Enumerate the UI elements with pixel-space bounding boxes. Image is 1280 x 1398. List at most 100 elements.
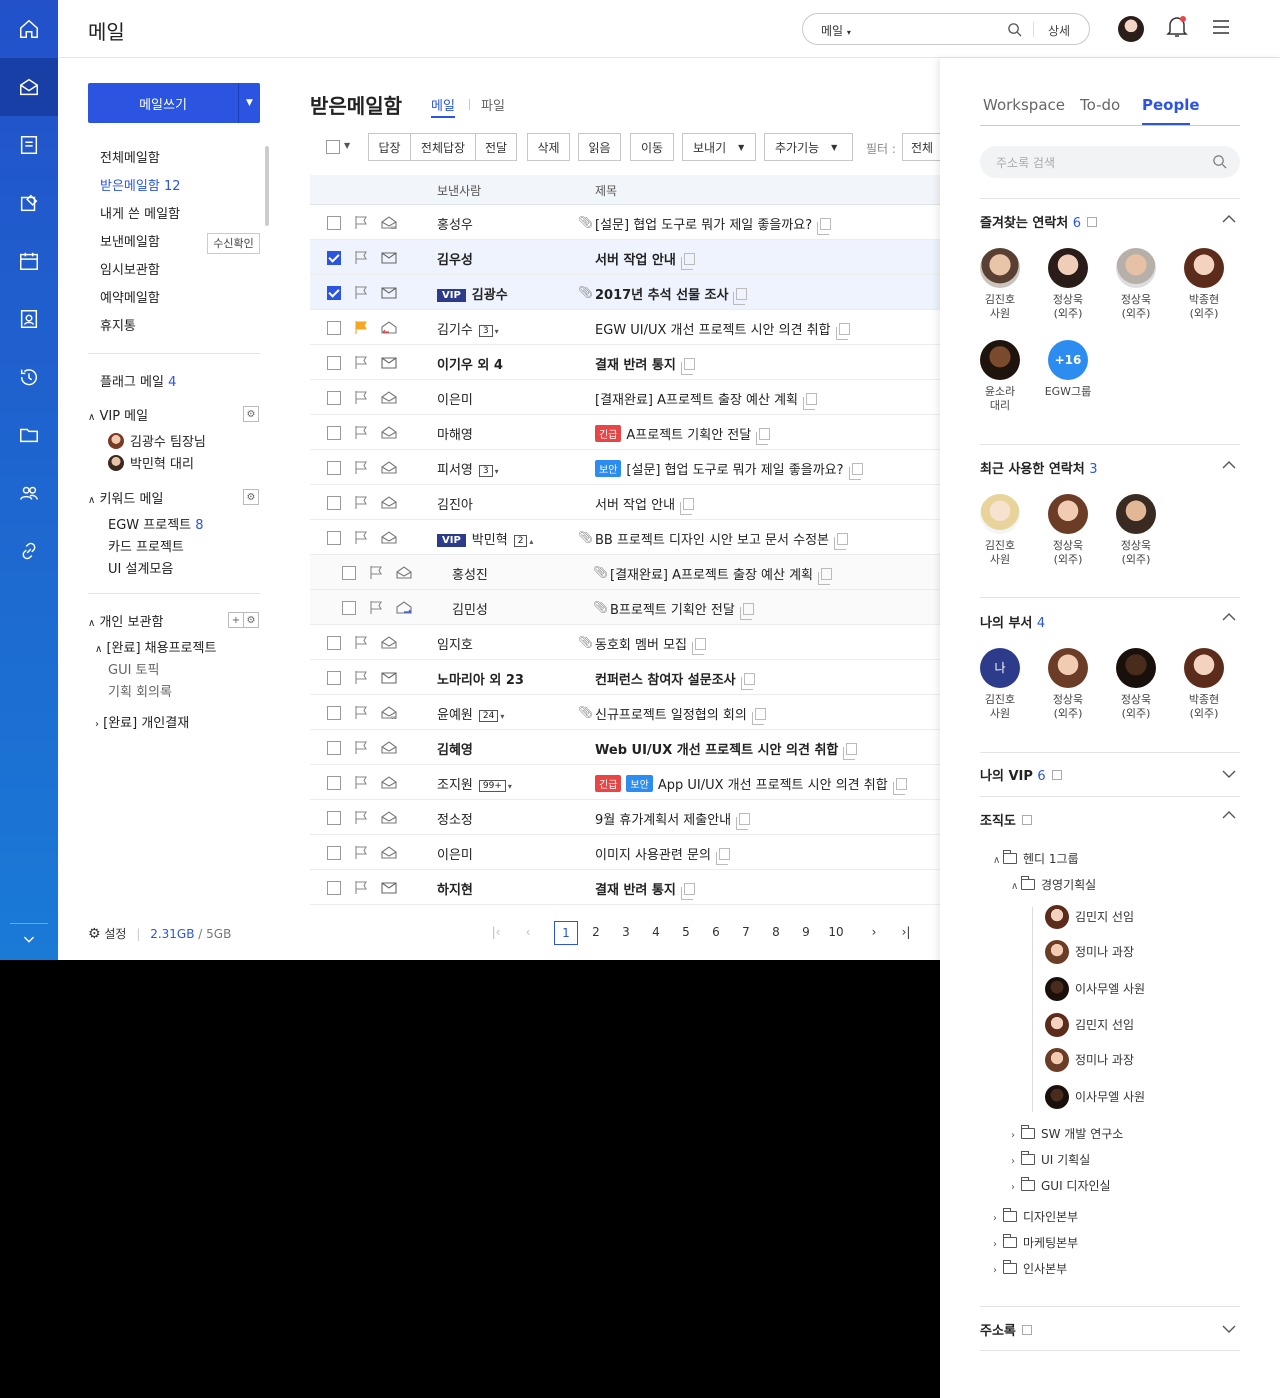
vip-person[interactable]: 박민혁 대리 [108,453,194,472]
external-link-icon[interactable] [1021,815,1032,825]
prev-page-icon[interactable]: ‹ [516,921,540,945]
row-checkbox[interactable] [342,601,356,615]
sender-cell[interactable]: 임지호 [437,634,473,653]
nav-item-scheduled[interactable]: 예약메일함 [100,290,265,318]
board-icon[interactable] [0,116,58,174]
subject-cell[interactable]: 이미지 사용관련 문의 [595,844,730,865]
page-number[interactable]: 5 [674,921,698,945]
sender-cell[interactable]: 홍성진 [452,564,488,583]
subject-cell[interactable]: 2017년 추석 선물 조사 [595,284,748,305]
chevron-down-icon[interactable] [1222,1324,1236,1334]
select-all-checkbox[interactable] [326,140,340,154]
sender-cell[interactable]: 김혜영 [437,739,473,758]
search-icon[interactable] [1007,22,1022,37]
avatar[interactable] [1118,16,1144,42]
table-row[interactable]: cc 홍성우 📎︎ [설문] 협업 도구로 뭐가 제일 좋을까요? [310,205,940,240]
keyword-item[interactable]: EGW 프로젝트 8 [108,514,204,533]
table-row[interactable]: VIP 김광수 📎︎ 2017년 추석 선물 조사 [310,275,940,310]
sender-cell[interactable]: VIP 김광수 [437,284,508,303]
table-row[interactable]: 이은미 이미지 사용관련 문의 [310,835,940,870]
preview-icon[interactable] [892,778,907,795]
nav-item-inbox[interactable]: 받은메일함 12 [100,178,265,206]
row-checkbox[interactable] [327,391,341,405]
vip-mail-section[interactable]: ∧ VIP 메일 [88,405,148,424]
subject-cell[interactable]: 컨퍼런스 참여자 설문조사 [595,669,755,690]
flag-icon[interactable] [354,775,368,790]
tab-file[interactable]: 파일 [481,95,505,114]
org-folder[interactable]: › 인사본부 [993,1260,1067,1277]
subject-cell[interactable]: Web UI/UX 개선 프로젝트 시안 의견 취합 [595,739,858,760]
org-person[interactable]: 이사무엘 사원 [1045,977,1145,1001]
recent-heading[interactable]: 최근 사용한 연락처 3 [980,458,1098,477]
subject-cell[interactable]: 긴급 A프로젝트 기획안 전달 [595,424,771,445]
sender-cell[interactable]: 조지원 99+ ▾ [437,774,512,793]
flag-icon[interactable] [354,810,368,825]
subject-cell[interactable]: 서버 작업 안내 [595,494,695,515]
chevron-up-icon[interactable] [1222,214,1236,224]
flag-icon[interactable] [354,250,368,265]
column-header-sender[interactable]: 보낸사람 [437,182,481,199]
table-row[interactable]: 김진아 서버 작업 안내 [310,485,940,520]
keyword-item[interactable]: 카드 프로젝트 [108,536,184,555]
settings-gear-icon[interactable]: ⚙ [88,926,101,942]
flag-mail-link[interactable]: 플래그 메일 4 [100,371,176,390]
sender-cell[interactable]: 하지현 [437,879,473,898]
thread-count-badge[interactable]: 99+ [478,780,506,792]
sender-cell[interactable]: 정소정 [437,809,473,828]
preview-icon[interactable] [680,253,695,270]
detail-search-button[interactable]: 상세 [1048,22,1070,39]
org-folder[interactable]: › SW 개발 연구소 [1011,1125,1123,1142]
page-number[interactable]: 7 [734,921,758,945]
chevron-up-icon[interactable] [1222,460,1236,470]
table-row[interactable]: 김민성 📎︎ B프로젝트 기획안 전달 [310,590,940,625]
gear-icon[interactable]: ⚙ [243,612,259,628]
gear-icon[interactable]: ⚙ [243,489,259,505]
search-scope-select[interactable]: 메일 ▾ [821,22,851,39]
sender-cell[interactable]: 김기수 3 ▾ [437,319,499,338]
preview-icon[interactable] [680,358,695,375]
row-checkbox[interactable] [327,881,341,895]
preview-icon[interactable] [751,708,766,725]
row-checkbox[interactable] [327,251,341,265]
table-row[interactable]: 김우성 서버 작업 안내 [310,240,940,275]
page-number[interactable]: 1 [554,921,578,945]
subject-cell[interactable]: 결재 반려 통지 [595,879,695,900]
org-folder[interactable]: › 디자인본부 [993,1208,1078,1225]
tab-people[interactable]: People [1142,96,1200,114]
tab-workspace[interactable]: Workspace [983,96,1065,114]
first-page-icon[interactable]: |‹ [484,921,508,945]
page-number[interactable]: 3 [614,921,638,945]
row-checkbox[interactable] [327,531,341,545]
forward-button[interactable]: 전달 [475,133,517,161]
contact-card[interactable]: 정상욱 (외주) [1106,248,1166,321]
preview-icon[interactable] [817,218,832,235]
table-row[interactable]: 김혜영 Web UI/UX 개선 프로젝트 시안 의견 취합 [310,730,940,765]
preview-icon[interactable] [715,848,730,865]
calendar-icon[interactable] [0,232,58,290]
personal-subfolder[interactable]: 기획 회의록 [108,681,172,700]
flag-icon[interactable] [354,530,368,545]
contact-card[interactable]: +16 EGW그룹 [1038,340,1098,399]
vip-person[interactable]: 김광수 팀장님 [108,431,206,450]
subject-cell[interactable]: 긴급 보안 App UI/UX 개선 프로젝트 시안 의견 취합 [595,774,907,795]
row-checkbox[interactable] [327,671,341,685]
external-link-icon[interactable] [1051,770,1062,780]
preview-icon[interactable] [739,603,754,620]
tab-todo[interactable]: To-do [1080,96,1120,114]
flag-icon[interactable] [354,495,368,510]
subject-cell[interactable]: EGW UI/UX 개선 프로젝트 시안 의견 취합 [595,319,850,340]
table-row[interactable]: 임지호 📎︎ 동호회 멤버 모집 [310,625,940,660]
nav-scrollbar[interactable] [265,146,269,226]
flag-icon[interactable] [369,600,383,615]
table-row[interactable]: 마해영 긴급 A프로젝트 기획안 전달 [310,415,940,450]
compose-dropdown-icon[interactable]: ▼ [238,83,260,123]
keyword-mail-section[interactable]: ∧ 키워드 메일 [88,488,163,507]
row-checkbox[interactable] [327,286,341,300]
search-icon[interactable] [1212,154,1227,169]
flag-icon[interactable] [354,880,368,895]
mark-read-button[interactable]: 읽음 [578,133,621,161]
chevron-up-icon[interactable] [1222,612,1236,622]
row-checkbox[interactable] [327,811,341,825]
table-row[interactable]: 조지원 99+ ▾ 긴급 보안 App UI/UX 개선 프로젝트 시안 의견 취합 [310,765,940,800]
preview-icon[interactable] [818,568,833,585]
